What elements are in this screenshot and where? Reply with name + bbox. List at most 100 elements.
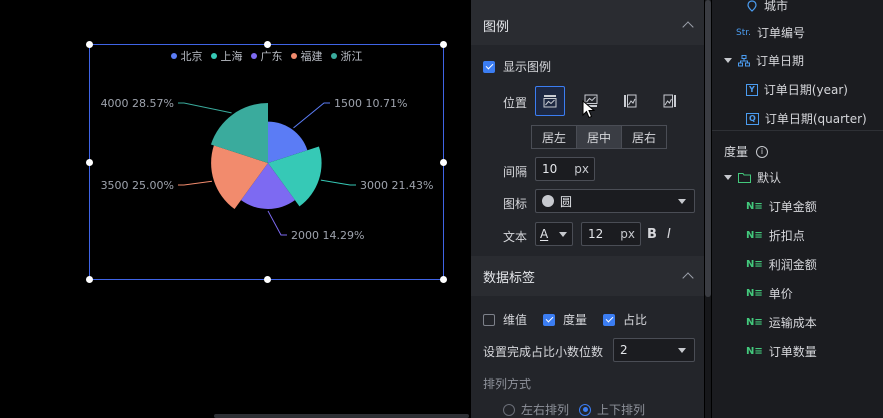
circle-icon — [542, 195, 554, 207]
folder-default-label: 默认 — [757, 171, 782, 185]
canvas-horizontal-scrollbar[interactable] — [214, 414, 469, 418]
legend-position-left-icon[interactable] — [615, 86, 645, 116]
font-color-select[interactable]: A — [535, 222, 573, 246]
info-icon[interactable]: i — [756, 145, 769, 158]
measure-checkbox[interactable] — [543, 313, 555, 326]
data-label-section-title: 数据标签 — [483, 270, 536, 286]
number-type-icon: N≡ — [746, 288, 763, 299]
expand-down-icon[interactable] — [724, 175, 732, 180]
align-right-button[interactable]: 居右 — [621, 125, 667, 149]
show-legend-label: 显示图例 — [503, 60, 552, 74]
measure-field[interactable]: N≡ 订单金额 — [746, 198, 817, 215]
collapse-up-icon[interactable] — [682, 272, 694, 284]
quarter-type-icon: Q — [746, 112, 759, 125]
chevron-down-icon — [559, 232, 567, 237]
align-left-button[interactable]: 居左 — [531, 125, 577, 149]
year-type-icon: Y — [746, 83, 758, 96]
field-order-date-quarter-label: 订单日期(quarter) — [764, 112, 867, 126]
field-order-date-year[interactable]: Y 订单日期(year) — [746, 81, 848, 98]
label-leader-line — [293, 102, 330, 129]
field-tree: 城市 Str. 订单编号 订单日期 Y 订单日期(year) Q 订单日期(qu… — [712, 0, 883, 418]
position-label: 位置 — [503, 96, 528, 110]
field-order-date[interactable]: 订单日期 — [724, 52, 804, 69]
gap-unit: px — [574, 162, 589, 176]
measure-field-label: 订单数量 — [768, 345, 817, 359]
resize-handle-bl[interactable] — [86, 276, 93, 283]
italic-button[interactable]: I — [667, 227, 671, 242]
legend-position-top-icon[interactable] — [535, 86, 565, 116]
rose-chart: 1500 10.71% 3000 21.43% 2000 14.29% 3500 25… — [101, 97, 434, 242]
dimension-row[interactable]: 维值 — [483, 311, 527, 328]
chart-widget[interactable]: 北京 上海 广东 福建 浙江 1500 10.71% 3000 21.43% 2000 14… — [86, 41, 447, 283]
measure-field[interactable]: N≡ 单价 — [746, 285, 793, 302]
measure-field[interactable]: N≡ 利润金额 — [746, 256, 817, 273]
hierarchy-icon — [738, 54, 750, 66]
arrange-top-bottom-option[interactable]: 上下排列 — [579, 401, 645, 418]
dimension-checkbox[interactable] — [483, 313, 495, 326]
measure-field[interactable]: N≡ 订单数量 — [746, 343, 817, 360]
legend-position-right-icon[interactable] — [655, 86, 685, 116]
field-city[interactable]: 城市 — [746, 0, 788, 14]
resize-handle-tl[interactable] — [86, 41, 93, 48]
measures-title: 度量 — [724, 145, 749, 159]
label-leader-line — [178, 102, 232, 114]
show-legend-row[interactable]: 显示图例 — [483, 58, 551, 75]
number-type-icon: N≡ — [746, 317, 763, 328]
expand-down-icon[interactable] — [724, 58, 732, 63]
align-center-button[interactable]: 居中 — [576, 125, 622, 149]
chart-canvas[interactable]: 北京 上海 广东 福建 浙江 1500 10.71% 3000 21.43% 2000 14… — [0, 0, 470, 418]
string-type-icon: Str. — [736, 27, 751, 38]
resize-handle-l[interactable] — [86, 159, 93, 166]
collapse-up-icon[interactable] — [682, 21, 694, 33]
field-order-date-year-label: 订单日期(year) — [763, 83, 848, 97]
resize-handle-t[interactable] — [264, 41, 271, 48]
measure-field[interactable]: N≡ 折扣点 — [746, 227, 805, 244]
ratio-label: 占比 — [623, 313, 648, 327]
mouse-pointer-icon — [582, 100, 596, 119]
font-size-input[interactable]: 12 px — [581, 222, 641, 246]
dimension-label: 维值 — [503, 313, 528, 327]
resize-handle-tr[interactable] — [440, 41, 447, 48]
field-order-no[interactable]: Str. 订单编号 — [736, 24, 805, 41]
arrange-left-right-label: 左右排列 — [521, 403, 570, 417]
font-size-value: 12 — [588, 227, 604, 241]
measure-row[interactable]: 度量 — [543, 311, 587, 328]
number-type-icon: N≡ — [746, 201, 763, 212]
radio-unselected[interactable] — [503, 403, 515, 416]
label-leader-line — [267, 210, 287, 236]
field-order-date-quarter[interactable]: Q 订单日期(quarter) — [746, 110, 867, 127]
data-label: 4000 28.57% — [101, 97, 174, 110]
field-order-date-label: 订单日期 — [756, 54, 805, 68]
ratio-checkbox[interactable] — [603, 313, 615, 326]
tree-divider — [712, 130, 883, 131]
legend-icon-select[interactable]: 圆 — [535, 189, 695, 213]
radio-selected[interactable] — [579, 403, 591, 416]
measure-field-label: 订单金额 — [768, 200, 817, 214]
resize-handle-r[interactable] — [440, 159, 447, 166]
field-city-label: 城市 — [764, 0, 789, 13]
legend-section-header[interactable]: 图例 — [471, 5, 704, 45]
resize-handle-br[interactable] — [440, 276, 447, 283]
bold-button[interactable]: B — [647, 227, 657, 242]
scrollbar-thumb[interactable] — [705, 0, 711, 297]
show-legend-checkbox[interactable] — [483, 60, 495, 73]
resize-handle-b[interactable] — [264, 276, 271, 283]
label-leader-line — [178, 180, 213, 186]
measure-label: 度量 — [563, 313, 588, 327]
decimal-value: 2 — [620, 343, 628, 357]
field-order-no-label: 订单编号 — [756, 26, 805, 40]
folder-default[interactable]: 默认 — [724, 169, 781, 186]
decimal-select[interactable]: 2 — [613, 338, 695, 362]
font-color-icon: A — [540, 227, 549, 241]
arrange-label: 排列方式 — [483, 377, 532, 391]
data-label: 2000 14.29% — [291, 229, 364, 242]
arrange-left-right-option[interactable]: 左右排列 — [503, 401, 569, 418]
legend-icon-value: 圆 — [560, 194, 573, 209]
measure-field[interactable]: N≡ 运输成本 — [746, 314, 817, 331]
gap-value: 10 — [542, 162, 558, 176]
panel-vertical-scrollbar[interactable] — [705, 0, 711, 418]
data-label-section-header[interactable]: 数据标签 — [471, 256, 704, 296]
font-size-unit: px — [620, 227, 635, 241]
gap-input[interactable]: 10 px — [535, 157, 595, 181]
ratio-row[interactable]: 占比 — [603, 311, 647, 328]
